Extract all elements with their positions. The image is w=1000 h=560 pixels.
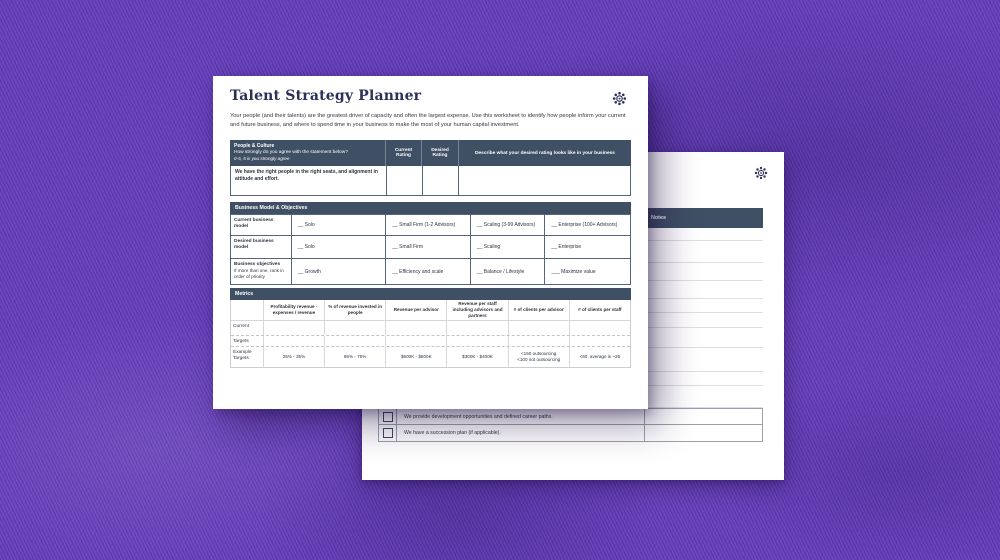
- metric-cell: <150 outsourcing <100 not outsourcing: [507, 347, 569, 367]
- metric-cell: [385, 336, 446, 346]
- section-title: People & Culture: [234, 142, 275, 149]
- column-header-current-rating: Current Rating: [385, 140, 421, 166]
- row-label: Current business model: [234, 218, 274, 230]
- option-cell: __ Solo: [290, 215, 386, 235]
- metric-cell: $300K - $400K: [446, 347, 507, 367]
- business-model-table: Business Model & Objectives Current busi…: [230, 202, 631, 285]
- worksheet-page-1: Talent Strategy Planner Your people (and…: [213, 76, 648, 409]
- metric-cell: [262, 336, 324, 346]
- metrics-column-header: % of revenue invested in people: [324, 300, 385, 320]
- metric-cell: [507, 336, 569, 346]
- checklist-statement: We have a succession plan (if applicable…: [397, 425, 645, 441]
- metric-cell: [446, 336, 507, 346]
- row-label: Current: [233, 323, 249, 329]
- describe-cell: [458, 166, 630, 195]
- metrics-column-header: # of clients per advisor: [507, 300, 569, 320]
- column-header-desired-rating: Desired Rating: [421, 140, 458, 166]
- business-model-row-current: Current business model __ Solo __ Small …: [231, 214, 630, 235]
- intro-paragraph: Your people (and their talents) are the …: [230, 113, 626, 129]
- option-cell: __ Solo: [290, 236, 386, 258]
- option-cell: __ Growth: [290, 259, 386, 284]
- metrics-header-bar: Metrics: [230, 288, 631, 300]
- business-model-row-objectives: Business objectives If more than one, ra…: [231, 258, 630, 284]
- gear-logo-icon: [754, 166, 768, 180]
- metric-cell: [507, 321, 569, 335]
- metric-cell: [262, 321, 324, 335]
- checklist-statement: We provide development opportunities and…: [397, 409, 645, 424]
- metric-cell: $600K - $800K: [385, 347, 446, 367]
- checkbox[interactable]: [382, 411, 393, 422]
- checkbox[interactable]: [382, 428, 393, 438]
- metrics-row-current: Current: [231, 321, 630, 336]
- row-label: Example Targets: [233, 349, 252, 361]
- metric-cell: [446, 321, 507, 335]
- metric-cell: [324, 321, 385, 335]
- section-question: How strongly do you agree with the state…: [234, 149, 348, 155]
- metric-cell: [385, 321, 446, 335]
- metrics-row-targets: Targets: [231, 336, 630, 347]
- empty-corner-cell: [231, 300, 263, 320]
- people-culture-row: We have the right people in the right se…: [230, 166, 631, 196]
- section-scale-note: 0-5, 5 is you strongly agree: [234, 155, 290, 161]
- row-label: Targets: [233, 338, 249, 344]
- current-rating-cell: [385, 166, 422, 195]
- metric-cell: [568, 321, 630, 335]
- metric-cell: [324, 336, 385, 346]
- people-culture-table: People & Culture How strongly do you agr…: [230, 140, 631, 196]
- option-cell: __ Small Firm (1-2 Advisors): [385, 215, 470, 235]
- gear-logo-icon: [612, 91, 627, 106]
- option-cell: ___ Maximize value: [544, 259, 630, 284]
- metrics-column-headers: Profitability revenue - expenses / reven…: [231, 300, 630, 321]
- option-cell: __ Enterprise (100+ Advisors): [544, 215, 630, 235]
- checklist-row-succession: We have a succession plan (if applicable…: [378, 425, 763, 442]
- option-cell: __ Balance / Lifestyle: [469, 259, 545, 284]
- option-cell: __ Scaling (3-99 Advisors): [469, 215, 545, 235]
- page-title: Talent Strategy Planner: [230, 88, 422, 104]
- business-model-header-bar: Business Model & Objectives: [230, 202, 631, 214]
- metrics-row-example-targets: Example Targets 25% - 35% 65% - 75% $600…: [231, 347, 630, 367]
- metrics-column-header: Revenue per advisor: [385, 300, 446, 320]
- metrics-table: Metrics Profitability revenue - expenses…: [230, 288, 631, 368]
- notes-cell: [645, 425, 762, 441]
- hero-canvas: Notes We provide development opportuniti…: [0, 0, 1000, 560]
- option-cell: __ Scaling: [469, 236, 545, 258]
- statement-cell: We have the right people in the right se…: [235, 169, 378, 183]
- column-header-describe: Describe what your desired rating looks …: [458, 140, 631, 166]
- option-cell: __ Enterprise: [544, 236, 630, 258]
- checklist-row-development: We provide development opportunities and…: [378, 408, 763, 425]
- metric-cell: [568, 336, 630, 346]
- people-culture-header: People & Culture How strongly do you agr…: [230, 140, 631, 166]
- notes-cell: [645, 409, 762, 424]
- row-sublabel: If more than one, rank in order of prior…: [234, 268, 284, 280]
- metric-cell: 65% - 75%: [324, 347, 385, 367]
- desired-rating-cell: [421, 166, 459, 195]
- option-cell: __ Small Firm: [385, 236, 470, 258]
- notes-column-header: Notes: [651, 215, 666, 221]
- metrics-column-header: # of clients per staff: [568, 300, 630, 320]
- metric-cell: 25% - 35%: [262, 347, 324, 367]
- metrics-column-header: Profitability revenue - expenses / reven…: [262, 300, 324, 320]
- metric-cell: <60, average is ~35: [568, 347, 630, 367]
- metrics-column-header: Revenue per staff including advisors and…: [446, 300, 507, 320]
- business-model-row-desired: Desired business model __ Solo __ Small …: [231, 235, 630, 258]
- option-cell: __ Efficiency and scale: [385, 259, 470, 284]
- row-label: Desired business model: [234, 239, 274, 251]
